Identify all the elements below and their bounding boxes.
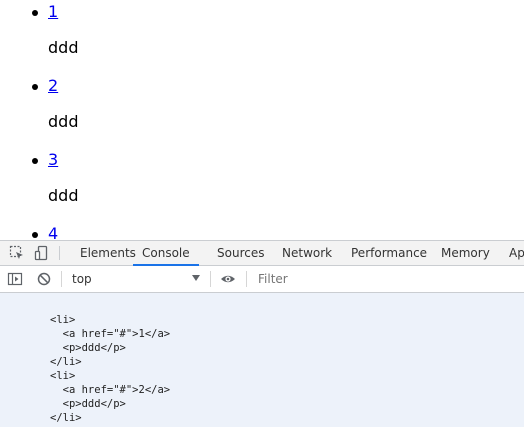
item-paragraph: ddd [48, 186, 79, 205]
toolbar-divider [210, 271, 211, 287]
bullet [32, 158, 38, 164]
tab-elements[interactable]: Elements [80, 241, 136, 265]
item-paragraph: ddd [48, 38, 79, 57]
filter-input[interactable] [252, 269, 520, 289]
tab-network[interactable]: Network [282, 241, 332, 265]
item-paragraph: ddd [48, 112, 79, 131]
console-line: <p>ddd</p> [50, 342, 126, 354]
chevron-down-icon [192, 275, 200, 281]
bullet [32, 10, 38, 16]
sidebar-toggle-icon[interactable] [7, 271, 23, 287]
console-line: </li> [50, 356, 82, 368]
tab-console-label: Console [142, 246, 190, 260]
clear-console-icon[interactable] [36, 271, 52, 287]
console-line: </li> [50, 412, 82, 424]
devtools-tabbar: Elements Console Sources Network Perform… [0, 241, 524, 266]
page-content: 1 ddd 2 ddd 3 ddd 4 [0, 0, 524, 240]
tabbar-divider [59, 246, 60, 260]
console-line: <p>ddd</p> [50, 398, 126, 410]
toolbar-divider [246, 271, 247, 287]
device-toggle-icon[interactable] [34, 245, 50, 261]
tab-application[interactable]: Ap [509, 241, 524, 265]
bullet [32, 232, 38, 238]
console-log-output: <li> <a href="#">1</a> <p>ddd</p> </li> … [50, 313, 170, 427]
context-select[interactable]: top [66, 269, 206, 289]
bullet [32, 84, 38, 90]
context-select-value: top [72, 272, 92, 286]
tab-console[interactable]: Console [133, 241, 199, 266]
console-toolbar: top [0, 266, 524, 293]
devtools-panel: Elements Console Sources Network Perform… [0, 240, 524, 427]
tab-sources[interactable]: Sources [217, 241, 264, 265]
item-link-1[interactable]: 1 [48, 3, 58, 21]
tab-performance[interactable]: Performance [351, 241, 427, 265]
item-link-3[interactable]: 3 [48, 151, 58, 169]
inspect-icon[interactable] [9, 245, 25, 261]
console-line: <a href="#">1</a> [50, 328, 171, 340]
console-output: <li> <a href="#">1</a> <p>ddd</p> </li> … [0, 293, 524, 427]
eye-icon[interactable] [220, 271, 236, 287]
console-line: <a href="#">2</a> [50, 384, 171, 396]
tab-memory[interactable]: Memory [441, 241, 490, 265]
console-line: <li> [50, 314, 76, 326]
console-line: <li> [50, 370, 76, 382]
toolbar-divider [61, 271, 62, 287]
item-link-2[interactable]: 2 [48, 77, 58, 95]
item-link-4[interactable]: 4 [48, 225, 58, 241]
